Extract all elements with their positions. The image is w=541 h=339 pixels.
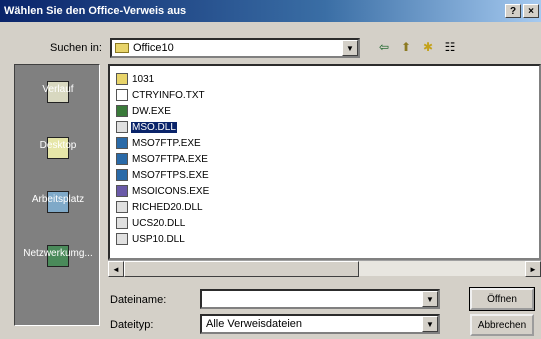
place-label: Netzwerkumg...: [23, 248, 93, 259]
dll-icon: [116, 217, 128, 229]
globe-icon: [116, 137, 128, 149]
lookin-label: Suchen in:: [50, 42, 102, 54]
help-button[interactable]: ?: [505, 4, 521, 18]
chevron-down-icon[interactable]: ▼: [422, 291, 438, 307]
scroll-left-button[interactable]: ◄: [108, 261, 124, 277]
list-item[interactable]: USP10.DLL: [116, 232, 186, 246]
list-item[interactable]: DW.EXE: [116, 104, 172, 118]
filetype-label: Dateityp:: [110, 319, 154, 331]
place-arbeitsplatz[interactable]: Arbeitsplatz: [15, 191, 101, 213]
scroll-thumb[interactable]: [124, 261, 359, 277]
list-item-selected[interactable]: MSO.DLL: [116, 120, 177, 134]
place-label: Verlauf: [42, 84, 74, 95]
lookin-value: Office10: [133, 42, 174, 54]
list-item[interactable]: MSO7FTP.EXE: [116, 136, 202, 150]
folder-icon: [115, 43, 129, 53]
folder-icon: [116, 73, 128, 85]
chevron-down-icon[interactable]: ▼: [422, 316, 438, 332]
list-item[interactable]: MSOICONS.EXE: [116, 184, 210, 198]
filename-input[interactable]: ▼: [200, 289, 440, 309]
filetype-dropdown[interactable]: Alle Verweisdateien ▼: [200, 314, 440, 334]
list-item[interactable]: MSO7FTPS.EXE: [116, 168, 210, 182]
cancel-button[interactable]: Abbrechen: [470, 314, 534, 336]
filetype-value: Alle Verweisdateien: [206, 318, 303, 330]
scroll-right-button[interactable]: ►: [525, 261, 541, 277]
place-verlauf[interactable]: Verlauf: [15, 81, 101, 103]
dll-icon: [116, 233, 128, 245]
title-bar: Wählen Sie den Office-Verweis aus ? ×: [0, 0, 541, 22]
back-button[interactable]: ⇦: [375, 38, 393, 56]
horizontal-scrollbar[interactable]: ◄ ►: [108, 260, 541, 277]
globe-icon: [116, 169, 128, 181]
dll-icon: [116, 121, 128, 133]
new-folder-button[interactable]: ✱: [419, 38, 437, 56]
text-file-icon: [116, 89, 128, 101]
views-button[interactable]: ☷: [441, 38, 459, 56]
place-desktop[interactable]: Desktop: [15, 137, 101, 159]
file-list[interactable]: 1031 CTRYINFO.TXT DW.EXE MSO.DLL MSO7FTP…: [108, 64, 541, 260]
place-label: Arbeitsplatz: [31, 194, 85, 205]
globe-icon: [116, 153, 128, 165]
filename-label: Dateiname:: [110, 294, 167, 306]
place-netzwerk[interactable]: Netzwerkumg...: [15, 245, 101, 267]
up-folder-button[interactable]: ⬆: [397, 38, 415, 56]
open-button[interactable]: Öffnen: [469, 287, 535, 311]
window-title: Wählen Sie den Office-Verweis aus: [4, 5, 187, 17]
list-item[interactable]: MSO7FTPA.EXE: [116, 152, 209, 166]
places-bar: Verlauf Desktop Arbeitsplatz Netzwerkumg…: [14, 64, 100, 326]
place-label: Desktop: [39, 140, 77, 151]
list-item[interactable]: RICHED20.DLL: [116, 200, 204, 214]
exe-icon: [116, 185, 128, 197]
dll-icon: [116, 201, 128, 213]
lookin-dropdown[interactable]: Office10 ▼: [110, 38, 360, 58]
exe-icon: [116, 105, 128, 117]
close-button[interactable]: ×: [523, 4, 539, 18]
chevron-down-icon[interactable]: ▼: [342, 40, 358, 56]
list-item[interactable]: UCS20.DLL: [116, 216, 186, 230]
list-item[interactable]: 1031: [116, 72, 155, 86]
list-item[interactable]: CTRYINFO.TXT: [116, 88, 206, 102]
